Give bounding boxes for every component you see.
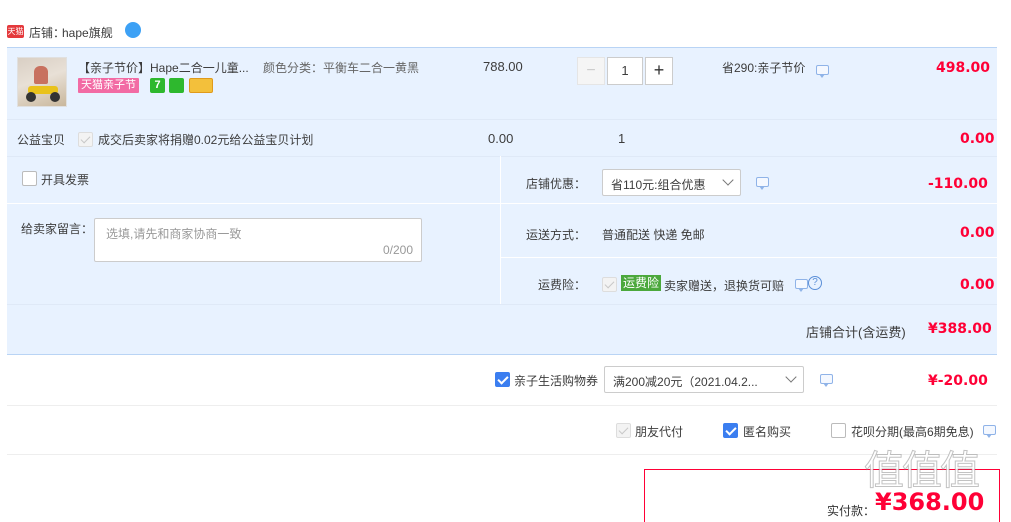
product-thumbnail[interactable]: [17, 57, 67, 107]
chevron-down-icon: [785, 371, 797, 383]
shop-discount-label: 店铺优惠：: [526, 177, 587, 191]
message-counter: 0/200: [382, 243, 413, 257]
unit-price: 788.00: [483, 59, 523, 74]
charity-price: 0.00: [488, 131, 514, 146]
message-textarea[interactable]: 选填,请先和商家协商一致 0/200: [94, 218, 422, 262]
shop-label: 店铺：: [29, 26, 66, 40]
coupon-selected: 满200减20元（2021.04.2...: [613, 375, 758, 389]
options-divider: [7, 454, 997, 455]
coupon-amount: ¥-20.00: [928, 373, 988, 389]
shop-total-amount: ¥388.00: [928, 321, 992, 337]
item-total: 498.00: [936, 60, 991, 76]
payment-label: 实付款：: [827, 504, 876, 518]
product-title-link[interactable]: 【亲子节价】Hape二合一儿童...: [78, 59, 249, 76]
coupon-label: 亲子生活购物券: [514, 374, 599, 388]
friend-pay-checkbox[interactable]: [616, 423, 631, 438]
shop-name-link[interactable]: hape旗舰: [62, 24, 113, 41]
friend-pay-label: 朋友代付: [635, 425, 684, 439]
anonymous-checkbox[interactable]: [723, 423, 738, 438]
message-label: 给卖家留言：: [21, 222, 94, 236]
shop-discount-selected: 省110元:组合优惠: [611, 178, 706, 192]
left-row-divider: [7, 203, 500, 204]
card-icon: [189, 78, 213, 93]
wangwang-chat-icon[interactable]: [125, 22, 141, 38]
insurance-info-icon[interactable]: [795, 279, 808, 292]
huabei-checkbox[interactable]: [831, 423, 846, 438]
promo-tag: 天猫亲子节: [78, 78, 139, 93]
shipping-label: 运送方式：: [526, 228, 587, 242]
insurance-text: 卖家赠送，退换货可赔: [664, 279, 785, 293]
insurance-amount: 0.00: [960, 277, 995, 293]
product-image-figure: [34, 66, 48, 84]
discount-detail-icon[interactable]: [816, 65, 829, 78]
charity-total: 0.00: [960, 131, 995, 147]
coupon-checkbox[interactable]: [495, 372, 510, 387]
tmall-badge: 天猫: [7, 25, 24, 38]
discount-note: 省290:亲子节价: [722, 61, 806, 75]
invoice-checkbox[interactable]: [22, 171, 37, 186]
product-color-value: 平衡车二合一黄黑: [323, 61, 420, 75]
right-row-divider: [501, 203, 997, 204]
watermark-logo: 值值值: [864, 448, 981, 495]
quantity-increase-button[interactable]: +: [645, 57, 673, 85]
options-divider: [500, 156, 501, 304]
message-placeholder: 选填,请先和商家协商一致: [106, 227, 242, 241]
seven-day-return-icon: 7: [150, 78, 165, 93]
quantity-decrease-button[interactable]: −: [577, 57, 605, 85]
product-color-label: 颜色分类：: [263, 61, 324, 75]
insurance-label: 运费险：: [538, 278, 587, 292]
chevron-down-icon: [722, 174, 734, 186]
coupon-info-icon[interactable]: [820, 374, 833, 387]
help-icon[interactable]: ?: [808, 276, 822, 290]
shop-header: 天猫 店铺： hape旗舰: [7, 22, 307, 42]
charity-quantity: 1: [618, 131, 626, 146]
product-image-wheel: [50, 92, 60, 102]
shop-discount-amount: -110.00: [928, 176, 988, 192]
coupon-select[interactable]: 满200减20元（2021.04.2...: [604, 366, 804, 393]
anonymous-label: 匿名购买: [743, 425, 792, 439]
right-row-divider: [501, 257, 997, 258]
shop-discount-select[interactable]: 省110元:组合优惠: [602, 169, 741, 196]
insurance-tag: 运费险: [621, 275, 662, 291]
shipping-amount: 0.00: [960, 225, 995, 241]
shipping-value: 普通配送 快递 免邮: [602, 228, 705, 242]
insurance-checkbox[interactable]: [602, 277, 617, 292]
charity-label: 公益宝贝: [17, 133, 66, 147]
quantity-input[interactable]: 1: [607, 57, 643, 85]
coupon-divider: [7, 405, 997, 406]
charity-text: 成交后卖家将捐赠0.02元给公益宝贝计划: [98, 133, 314, 147]
huabei-info-icon[interactable]: [983, 425, 996, 438]
shop-total-label: 店铺合计(含运费): [806, 325, 906, 340]
shop-discount-info-icon[interactable]: [756, 177, 769, 190]
guarantee-icon: [169, 78, 184, 93]
product-image-wheel: [26, 92, 36, 102]
charity-checkbox[interactable]: [78, 132, 93, 147]
invoice-label: 开具发票: [41, 173, 90, 187]
